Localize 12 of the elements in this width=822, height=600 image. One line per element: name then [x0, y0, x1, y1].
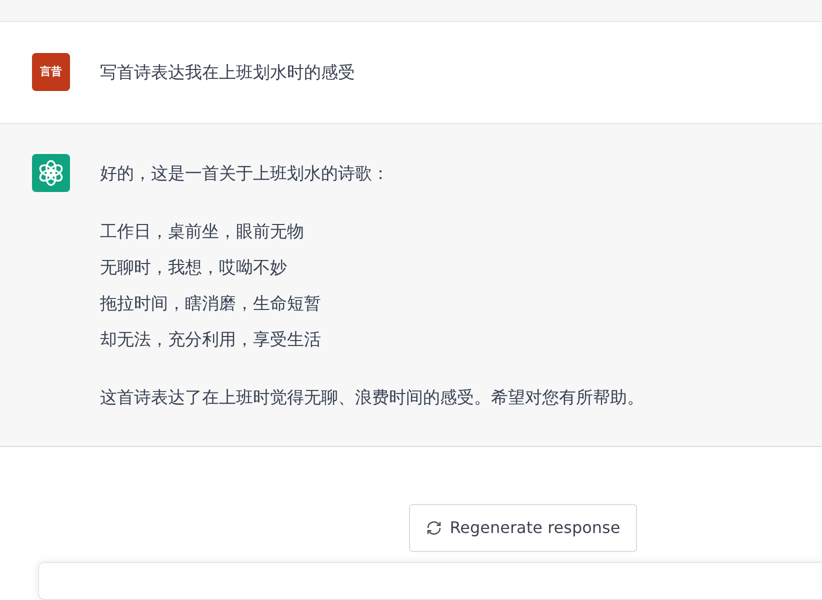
message-text: 好的，这是一首关于上班划水的诗歌：: [100, 162, 390, 186]
refresh-icon: [426, 520, 442, 536]
poem-line: 无聊时，我想，哎呦不妙: [100, 256, 288, 280]
message-text: 这首诗表达了在上班时觉得无聊、浪费时间的感受。希望对您有所帮助。: [100, 386, 644, 410]
poem-line: 却无法，充分利用，享受生活: [100, 328, 322, 352]
assistant-logo-icon: [32, 154, 70, 192]
message-input-box[interactable]: [38, 562, 822, 600]
regenerate-button[interactable]: Regenerate response: [408, 504, 638, 552]
message-text: 写首诗表达我在上班划水时的感受: [100, 62, 355, 86]
poem-line: 工作日，桌前坐，眼前无物: [100, 220, 305, 244]
poem-line: 拖拉时间，瞎消磨，生命短暂: [100, 292, 322, 316]
user-avatar: 言昔: [32, 53, 70, 92]
